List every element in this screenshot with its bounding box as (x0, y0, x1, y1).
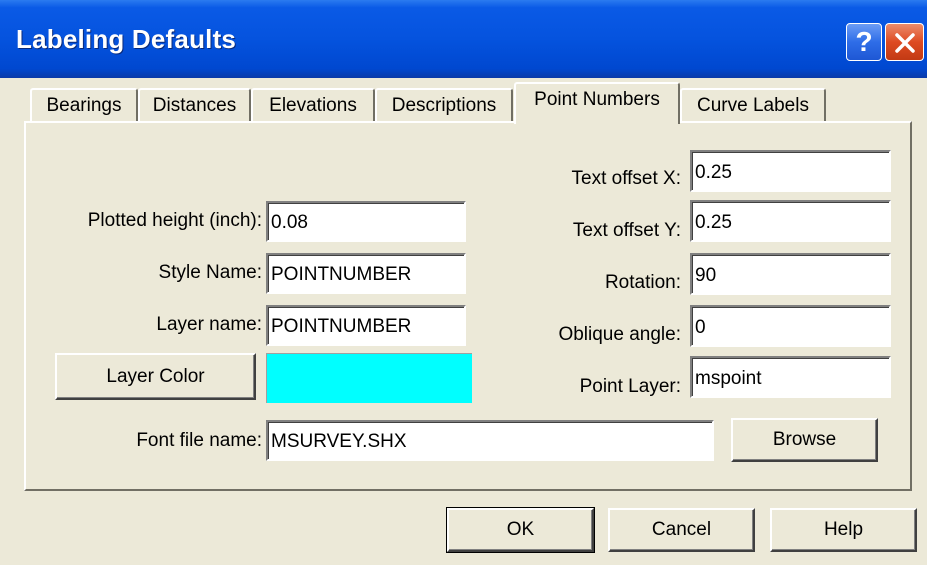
close-x-glyph (895, 33, 915, 53)
window-title: Labeling Defaults (16, 24, 237, 54)
oblique-angle-label: Oblique angle: (558, 324, 681, 345)
text-offset-y-label: Text offset Y: (572, 220, 681, 241)
ok-button[interactable]: OK (446, 507, 595, 553)
layer-color-button[interactable]: Layer Color (55, 353, 256, 400)
browse-button[interactable]: Browse (731, 418, 878, 462)
style-name-input[interactable] (266, 253, 466, 294)
tab-distances[interactable]: Distances (138, 88, 251, 122)
layer-name-input[interactable] (266, 305, 466, 346)
text-offset-x-input[interactable] (690, 150, 891, 192)
text-offset-y-input[interactable] (690, 200, 891, 242)
rotation-input[interactable] (690, 253, 891, 295)
cancel-button[interactable]: Cancel (608, 508, 755, 552)
tab-point-numbers[interactable]: Point Numbers (514, 82, 680, 124)
plotted-height-input[interactable] (266, 201, 466, 242)
tab-curve-labels[interactable]: Curve Labels (680, 88, 826, 122)
help-button[interactable]: Help (770, 508, 917, 552)
style-name-label: Style Name: (158, 262, 262, 283)
font-file-label: Font file name: (136, 430, 262, 451)
plotted-height-label: Plotted height (inch): (87, 210, 262, 231)
title-bar[interactable]: Labeling Defaults ? (0, 0, 927, 78)
tab-elevations[interactable]: Elevations (251, 88, 375, 122)
point-layer-label: Point Layer: (579, 376, 681, 397)
point-layer-input[interactable] (690, 356, 891, 398)
font-file-input[interactable] (266, 420, 714, 461)
tab-bearings[interactable]: Bearings (30, 88, 138, 122)
rotation-label: Rotation: (604, 272, 681, 293)
text-offset-x-label: Text offset X: (571, 168, 681, 189)
oblique-angle-input[interactable] (690, 305, 891, 347)
help-icon[interactable]: ? (846, 23, 882, 61)
layer-color-swatch[interactable] (266, 353, 472, 403)
tab-descriptions[interactable]: Descriptions (375, 88, 513, 122)
close-icon[interactable] (885, 23, 924, 61)
layer-name-label: Layer name: (156, 314, 262, 335)
